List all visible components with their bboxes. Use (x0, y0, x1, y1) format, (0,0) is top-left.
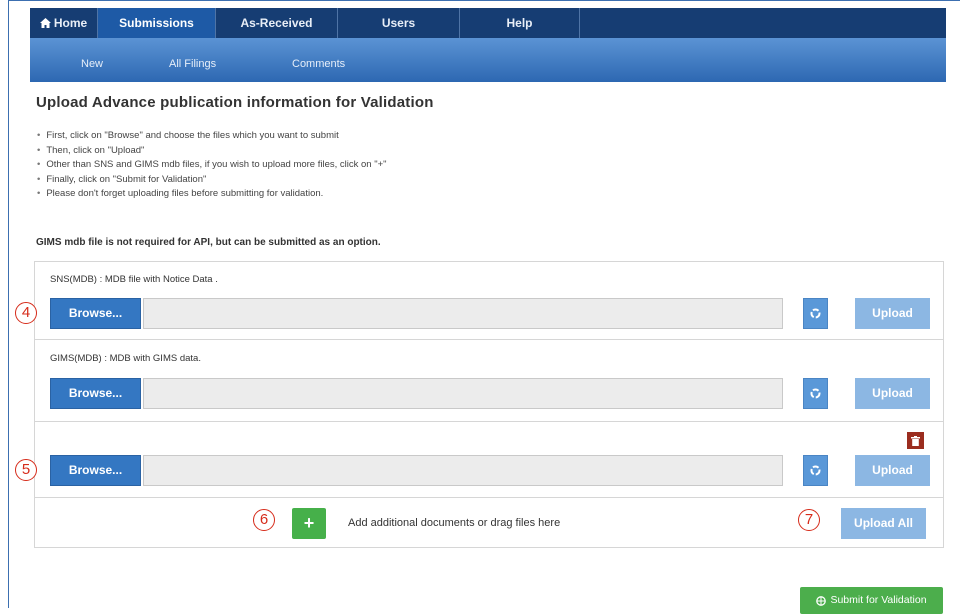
additional-upload-button[interactable]: Upload (855, 455, 930, 486)
instruction-item: Then, click on "Upload" (36, 144, 387, 159)
nav-as-received[interactable]: As-Received (216, 8, 338, 38)
instruction-list: First, click on "Browse" and choose the … (36, 129, 387, 202)
home-icon (39, 18, 51, 28)
additional-browse-button[interactable]: Browse... (50, 455, 141, 486)
subnav-new[interactable]: New (81, 58, 103, 70)
upload-all-button[interactable]: Upload All (841, 508, 926, 539)
upload-section-gims: GIMS(MDB) : MDB with GIMS data. Browse..… (35, 340, 943, 422)
additional-file-field[interactable] (143, 455, 783, 486)
subnav-all-filings[interactable]: All Filings (169, 58, 216, 70)
gims-browse-button[interactable]: Browse... (50, 378, 141, 409)
annotation-marker-5: 5 (15, 459, 37, 481)
annotation-marker-7: 7 (798, 509, 820, 531)
delete-row-button[interactable] (907, 432, 924, 449)
add-document-button[interactable]: + (292, 508, 326, 539)
instruction-item: First, click on "Browse" and choose the … (36, 129, 387, 144)
recycle-icon (810, 388, 821, 399)
submit-label: Submit for Validation (830, 594, 927, 606)
nav-home-label: Home (53, 16, 88, 30)
recycle-icon (810, 308, 821, 319)
upload-section-sns: SNS(MDB) : MDB file with Notice Data . B… (35, 262, 943, 340)
sns-file-field[interactable] (143, 298, 783, 329)
subnav-comments[interactable]: Comments (292, 58, 345, 70)
annotation-marker-4: 4 (15, 302, 37, 324)
sns-browse-button[interactable]: Browse... (50, 298, 141, 329)
sns-reset-button[interactable] (803, 298, 828, 329)
annotation-marker-6: 6 (253, 509, 275, 531)
nav-help[interactable]: Help (460, 8, 580, 38)
instruction-item: Other than SNS and GIMS mdb files, if yo… (36, 158, 386, 173)
gims-file-field[interactable] (143, 378, 783, 409)
additional-reset-button[interactable] (803, 455, 828, 486)
gims-upload-button[interactable]: Upload (855, 378, 930, 409)
add-documents-text: Add additional documents or drag files h… (348, 517, 561, 529)
gims-label: GIMS(MDB) : MDB with GIMS data. (50, 353, 201, 364)
sns-label: SNS(MDB) : MDB file with Notice Data . (50, 274, 218, 285)
sub-navigation: New All Filings Comments (30, 38, 946, 82)
top-navigation: Home Submissions As-Received Users Help (30, 8, 946, 38)
page-title: Upload Advance publication information f… (36, 94, 434, 111)
trash-icon (911, 435, 920, 446)
gims-reset-button[interactable] (803, 378, 828, 409)
submit-for-validation-button[interactable]: Submit for Validation (800, 587, 943, 614)
globe-icon (816, 595, 827, 606)
recycle-icon (810, 465, 821, 476)
sns-upload-button[interactable]: Upload (855, 298, 930, 329)
upload-section-additional: Browse... Upload (35, 422, 943, 498)
gims-note: GIMS mdb file is not required for API, b… (36, 237, 381, 248)
nav-submissions[interactable]: Submissions (98, 8, 216, 38)
nav-home[interactable]: Home (30, 8, 98, 38)
upload-panel: SNS(MDB) : MDB file with Notice Data . B… (34, 261, 944, 548)
instruction-item: Please don't forget uploading files befo… (36, 187, 387, 202)
nav-users[interactable]: Users (338, 8, 460, 38)
instruction-item: Finally, click on "Submit for Validation… (36, 173, 387, 188)
